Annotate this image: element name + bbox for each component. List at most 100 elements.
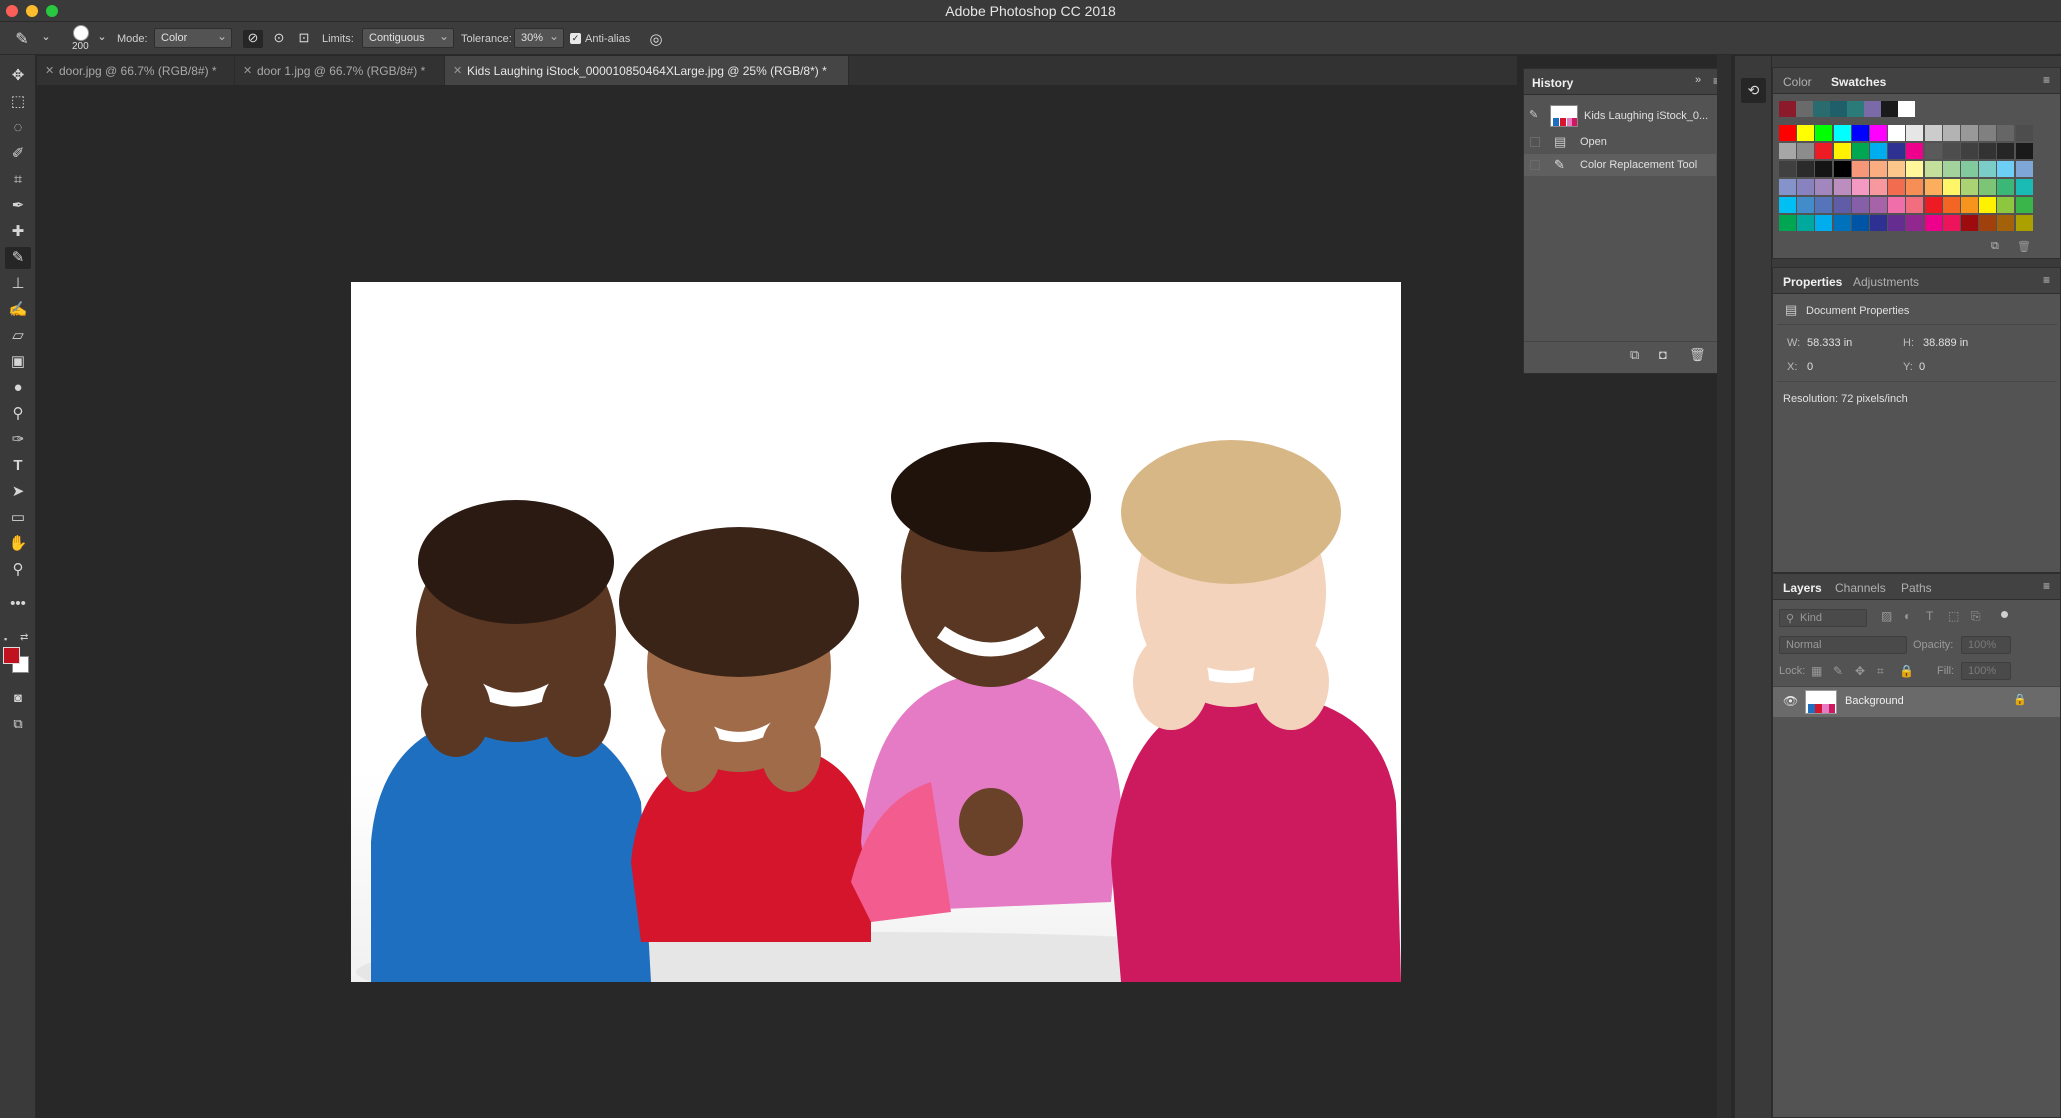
recent-swatch[interactable]: [1830, 101, 1847, 117]
swatch[interactable]: [1942, 143, 1960, 159]
swatch[interactable]: [1779, 143, 1796, 159]
swatch[interactable]: [1870, 125, 1887, 141]
layer-kind-filter[interactable]: ⚲ Kind: [1779, 609, 1867, 627]
lock-transparent-icon[interactable]: ▦: [1811, 664, 1822, 678]
swatch[interactable]: [1997, 179, 2015, 195]
gradient-tool-icon[interactable]: ▣: [5, 351, 31, 373]
height-value[interactable]: 38.889 in: [1923, 337, 1968, 349]
history-tab[interactable]: History: [1532, 76, 1573, 90]
camera-snapshot-icon[interactable]: ◘: [1659, 347, 1667, 362]
swatch[interactable]: [1979, 125, 1997, 141]
swatch[interactable]: [1942, 161, 1960, 177]
fill-input[interactable]: 100%: [1961, 662, 2011, 680]
dodge-tool-icon[interactable]: ⚲: [5, 403, 31, 425]
lasso-tool-icon[interactable]: ◌: [5, 117, 31, 139]
tab-color[interactable]: Color: [1783, 75, 1812, 89]
new-swatch-icon[interactable]: ⧉: [1991, 240, 1999, 253]
swatch[interactable]: [1888, 143, 1906, 159]
mode-select[interactable]: Color: [154, 28, 232, 48]
swatch[interactable]: [1851, 143, 1869, 159]
filter-shape-icon[interactable]: ⬚: [1948, 609, 1959, 623]
tab-paths[interactable]: Paths: [1901, 581, 1932, 595]
history-snapshot[interactable]: ✎ Kids Laughing iStock_0...: [1524, 102, 1716, 130]
swatch[interactable]: [1870, 215, 1887, 231]
close-tab-icon[interactable]: ✕: [453, 64, 462, 77]
eyedropper-tool-icon[interactable]: ✒: [5, 195, 31, 217]
panel-menu-icon[interactable]: ≡: [2043, 73, 2050, 87]
swatch[interactable]: [2015, 125, 2033, 141]
swatch[interactable]: [1942, 197, 1960, 213]
width-value[interactable]: 58.333 in: [1807, 337, 1852, 349]
marquee-tool-icon[interactable]: ⬚: [5, 91, 31, 113]
pen-tool-icon[interactable]: ✑: [5, 429, 31, 451]
limits-select[interactable]: Contiguous: [362, 28, 454, 48]
brush-picker-chevron-icon[interactable]: ⌄: [92, 30, 112, 48]
sampling-continuous-icon[interactable]: ⊘: [243, 30, 263, 48]
tab-adjustments[interactable]: Adjustments: [1853, 275, 1919, 289]
swatch[interactable]: [1815, 143, 1833, 159]
swatch[interactable]: [2015, 179, 2033, 195]
clone-stamp-tool-icon[interactable]: ⊥: [5, 273, 31, 295]
document-canvas-image[interactable]: [351, 282, 1401, 982]
swatch[interactable]: [1888, 197, 1906, 213]
panel-menu-icon[interactable]: ≡: [2043, 273, 2050, 287]
swatch[interactable]: [1797, 215, 1815, 231]
swatch[interactable]: [1924, 179, 1942, 195]
close-tab-icon[interactable]: ✕: [45, 64, 54, 77]
history-source-box[interactable]: [1530, 160, 1540, 170]
swatch[interactable]: [1961, 125, 1978, 141]
tool-preset-chevron-icon[interactable]: ⌄: [36, 30, 56, 48]
swatch[interactable]: [1851, 215, 1869, 231]
swatch[interactable]: [1979, 179, 1997, 195]
tab-properties[interactable]: Properties: [1783, 275, 1842, 289]
swatch[interactable]: [1779, 179, 1796, 195]
swatch[interactable]: [1997, 125, 2015, 141]
swatch[interactable]: [1906, 161, 1924, 177]
tab-layers[interactable]: Layers: [1783, 581, 1822, 595]
tab-swatches[interactable]: Swatches: [1831, 75, 1886, 89]
zoom-tool-icon[interactable]: ⚲: [5, 559, 31, 581]
color-replacement-tool-icon[interactable]: ✎: [12, 29, 32, 48]
swatch[interactable]: [1888, 179, 1906, 195]
filter-adjustment-icon[interactable]: ◐: [1904, 609, 1911, 623]
recent-swatch[interactable]: [1813, 101, 1830, 117]
history-item-open[interactable]: ▤ Open: [1524, 131, 1716, 153]
blend-mode-select[interactable]: Normal: [1779, 636, 1907, 654]
swatch[interactable]: [1888, 161, 1906, 177]
swatch[interactable]: [1997, 197, 2015, 213]
swatch[interactable]: [1924, 125, 1942, 141]
swatch[interactable]: [1870, 179, 1887, 195]
lock-position-icon[interactable]: ✥: [1855, 664, 1865, 678]
color-replacement-brush-tool-icon[interactable]: ✎: [5, 247, 31, 269]
swatch[interactable]: [1779, 215, 1796, 231]
screen-mode-icon[interactable]: ⧉: [5, 713, 31, 735]
move-tool-icon[interactable]: ✥: [5, 65, 31, 87]
recent-swatch[interactable]: [1864, 101, 1881, 117]
swatch[interactable]: [1797, 143, 1815, 159]
delete-swatch-icon[interactable]: 🗑: [2017, 240, 2031, 253]
recent-swatch[interactable]: [1796, 101, 1813, 117]
swatch[interactable]: [1924, 143, 1942, 159]
swatch[interactable]: [2015, 197, 2033, 213]
filter-toggle-icon[interactable]: [2001, 611, 2008, 618]
rectangle-tool-icon[interactable]: ▭: [5, 507, 31, 529]
swatch[interactable]: [2015, 143, 2033, 159]
sampling-background-swatch-icon[interactable]: ⊡: [294, 30, 314, 48]
swatch[interactable]: [1997, 143, 2015, 159]
history-brush-tool-icon[interactable]: ✍: [5, 299, 31, 321]
swatch[interactable]: [1833, 215, 1851, 231]
recent-swatch[interactable]: [1847, 101, 1864, 117]
healing-brush-tool-icon[interactable]: ✚: [5, 221, 31, 243]
swatch[interactable]: [1906, 215, 1924, 231]
layer-visibility-eye-icon[interactable]: 👁: [1783, 694, 1798, 708]
swatch[interactable]: [1906, 197, 1924, 213]
brush-preview-icon[interactable]: [73, 25, 89, 41]
recent-swatch[interactable]: [1779, 101, 1796, 117]
swatch[interactable]: [1851, 125, 1869, 141]
close-tab-icon[interactable]: ✕: [243, 64, 252, 77]
doc-tab-door[interactable]: ✕ door.jpg @ 66.7% (RGB/8#) *: [37, 56, 235, 85]
filter-type-icon[interactable]: T: [1926, 609, 1933, 623]
quick-mask-icon[interactable]: ◙: [5, 687, 31, 709]
swatch[interactable]: [1888, 125, 1906, 141]
swatch[interactable]: [1979, 197, 1997, 213]
